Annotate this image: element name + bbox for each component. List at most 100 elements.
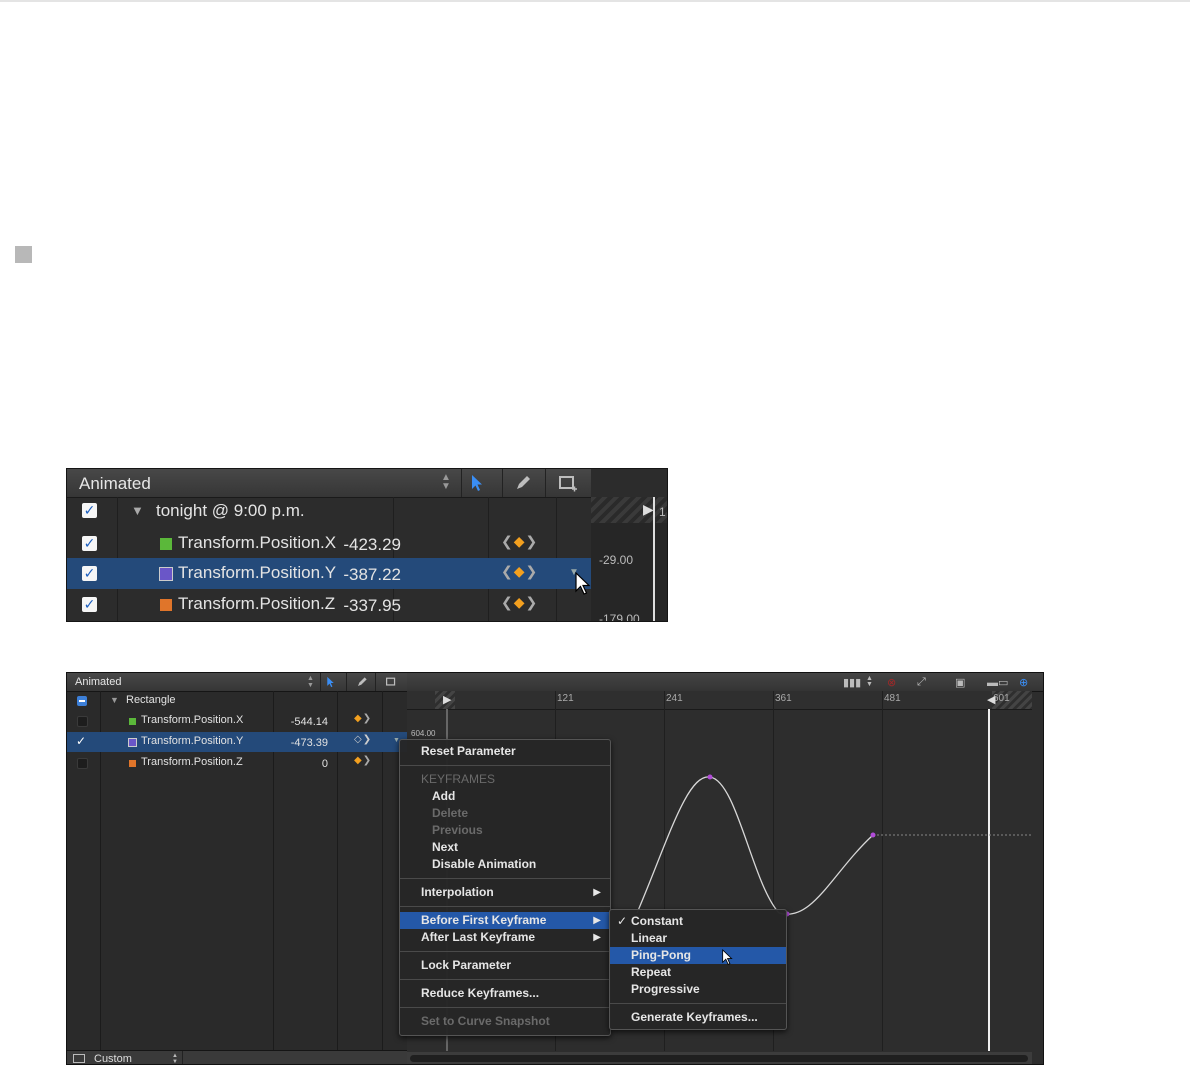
menu-separator [400, 979, 610, 980]
color-swatch [129, 760, 136, 767]
disclosure-triangle-icon[interactable]: ▼ [110, 695, 119, 705]
parameter-row[interactable]: ✓ Transform.Position.Z -337.95 ❮◆❯ [67, 589, 591, 620]
parameter-value[interactable]: -544.14 [268, 716, 328, 728]
menu-item-before-first-keyframe[interactable]: Before First Keyframe ▶ [400, 912, 610, 929]
menu-item-reset-parameter[interactable]: Reset Parameter [400, 743, 610, 760]
enable-checkbox[interactable]: ✓ [82, 597, 97, 612]
layout-preset-label[interactable]: Custom [94, 1053, 132, 1064]
checkmark-icon[interactable]: ✓ [76, 734, 86, 748]
keyframe-nav-icon[interactable]: ❮◆❯ [501, 533, 538, 550]
submenu-item-ping-pong[interactable]: Ping-Pong [610, 947, 786, 965]
updown-icon[interactable]: ▲ ▼ [307, 675, 314, 689]
group-name: tonight @ 9:00 p.m. [156, 501, 305, 520]
submenu-item-repeat[interactable]: Repeat [610, 964, 786, 981]
parameter-value[interactable]: -473.39 [268, 737, 328, 749]
parameter-value[interactable]: -423.29 [343, 535, 401, 555]
color-swatch [160, 599, 172, 611]
submenu-item-constant[interactable]: ✓ Constant [610, 913, 786, 930]
graph-value-label: -29.00 [599, 553, 634, 567]
timeline-scrollbar[interactable] [407, 1052, 1032, 1064]
menu-item-after-last-keyframe[interactable]: After Last Keyframe ▶ [400, 929, 610, 946]
menu-header-keyframes: KEYFRAMES [421, 772, 496, 786]
frame-tool-icon[interactable] [558, 475, 578, 493]
scrollbar-thumb[interactable] [410, 1055, 1028, 1062]
menu-item-add[interactable]: Add [400, 788, 610, 805]
keyframe-graph[interactable]: ▶ 1 -29.00 -179.00 [591, 469, 667, 622]
checkmark-icon: ✓ [83, 502, 96, 518]
keyframe-editor: Animated ▲ ▼ ▼ Rectangle Transform.Positi… [66, 672, 1044, 1065]
pen-tool-icon[interactable] [514, 474, 532, 492]
header-divider [502, 469, 503, 497]
enable-checkbox[interactable]: ✓ [82, 536, 97, 551]
parameter-row[interactable]: Transform.Position.Z 0 ◆❯ [67, 753, 407, 773]
list-footer: Custom ▲ ▼ [67, 1050, 407, 1064]
parameter-name: Transform.Position.Z [141, 756, 243, 768]
submenu-item-progressive[interactable]: Progressive [610, 981, 786, 998]
keyframe-nav-icon[interactable]: ◇❯ [354, 734, 372, 745]
parameter-name: Transform.Position.X [178, 533, 337, 552]
checkmark-icon: ✓ [83, 596, 96, 612]
submenu-arrow-icon: ▶ [593, 887, 601, 898]
menu-separator [400, 878, 610, 879]
enable-checkbox[interactable] [77, 716, 88, 727]
header-divider [461, 469, 462, 497]
arrow-tool-icon[interactable] [470, 474, 484, 492]
enable-checkbox-mixed[interactable] [77, 696, 87, 706]
keyframe-nav-icon[interactable]: ◆❯ [354, 713, 372, 724]
menu-item-set-to-curve-snapshot: Set to Curve Snapshot [421, 1014, 550, 1028]
parameter-name: Transform.Position.X [141, 714, 244, 726]
menu-item-interpolation[interactable]: Interpolation ▶ [400, 884, 610, 901]
footer-divider [182, 1051, 183, 1064]
parameter-value[interactable]: -387.22 [343, 565, 401, 585]
menu-item-lock-parameter[interactable]: Lock Parameter [400, 957, 610, 974]
graph-toolbar [591, 469, 667, 497]
submenu-arrow-icon: ▶ [593, 932, 601, 943]
menu-item-next[interactable]: Next [400, 839, 610, 856]
keyframe-nav-icon[interactable]: ◆❯ [354, 755, 372, 766]
arrow-tool-icon[interactable] [326, 676, 335, 688]
parameter-name: Transform.Position.Y [178, 563, 337, 582]
parameter-name: Transform.Position.Y [141, 735, 244, 747]
group-row[interactable]: ▼ Rectangle [67, 691, 407, 711]
graph-value-label: -179.00 [599, 612, 640, 622]
parameter-row[interactable]: Transform.Position.X -544.14 ◆❯ [67, 711, 407, 731]
layout-preset-icon[interactable] [73, 1054, 85, 1063]
enable-checkbox[interactable]: ✓ [82, 503, 97, 518]
parameter-value[interactable]: -337.95 [343, 596, 401, 616]
parameter-row-selected[interactable]: ✓ Transform.Position.Y -387.22 ❮◆❯ ▼ [67, 558, 591, 595]
ruler-hatch [591, 497, 667, 523]
enable-checkbox[interactable]: ✓ [82, 566, 97, 581]
updown-icon[interactable]: ▲ ▼ [172, 1053, 178, 1064]
menu-item-reduce-keyframes[interactable]: Reduce Keyframes... [400, 985, 610, 1002]
color-swatch [159, 567, 173, 581]
parameter-value[interactable]: 0 [268, 758, 328, 770]
list-header: Animated ▲ ▼ [67, 673, 407, 692]
page-top-rule [0, 0, 1190, 2]
list-title: Animated [75, 676, 122, 688]
parameter-row-selected[interactable]: ✓ Transform.Position.Y -473.39 ◇❯ ▼ [67, 732, 407, 752]
menu-separator [400, 1007, 610, 1008]
group-row[interactable]: ✓ ▼ tonight @ 9:00 p.m. [67, 497, 591, 528]
keyframe-point [707, 774, 713, 780]
enable-checkbox[interactable] [77, 758, 88, 769]
color-swatch [129, 718, 136, 725]
list-header: Animated ▲ ▼ [67, 469, 591, 498]
frame-tool-icon[interactable] [385, 677, 398, 688]
checkmark-icon: ✓ [617, 914, 628, 928]
updown-icon[interactable]: ▲ ▼ [441, 473, 451, 492]
menu-item-previous: Previous [432, 823, 483, 837]
menu-item-delete: Delete [432, 806, 469, 820]
menu-separator [400, 951, 610, 952]
pen-tool-icon[interactable] [356, 676, 368, 688]
disclosure-triangle-icon[interactable]: ▼ [131, 503, 144, 518]
submenu-item-linear[interactable]: Linear [610, 930, 786, 947]
parameter-row[interactable]: ✓ Transform.Position.X -423.29 ❮◆❯ [67, 528, 591, 559]
checkmark-icon: ✓ [83, 535, 96, 551]
keyframe-nav-icon[interactable]: ❮◆❯ [501, 594, 538, 611]
submenu-item-generate-keyframes[interactable]: Generate Keyframes... [610, 1009, 786, 1026]
playhead-line [653, 497, 655, 621]
header-divider [375, 673, 376, 691]
parameter-name: Transform.Position.Z [178, 594, 336, 613]
keyframe-nav-icon[interactable]: ❮◆❯ [501, 563, 538, 580]
menu-item-disable-animation[interactable]: Disable Animation [400, 856, 610, 873]
